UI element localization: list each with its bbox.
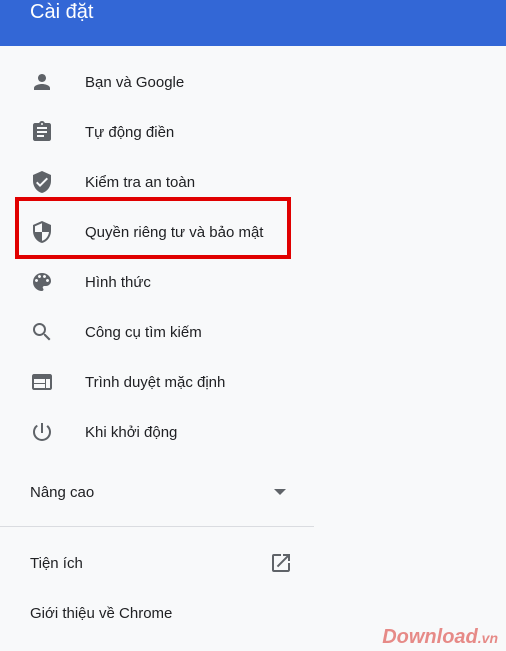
highlight-annotation-box xyxy=(15,197,291,259)
palette-icon xyxy=(30,270,54,294)
settings-header: Cài đặt xyxy=(0,0,506,46)
shield-check-icon xyxy=(30,170,54,194)
sidebar-item-appearance[interactable]: Hình thức xyxy=(0,257,314,307)
search-icon xyxy=(30,320,54,344)
sidebar-item-you-and-google[interactable]: Bạn và Google xyxy=(0,57,314,107)
advanced-toggle[interactable]: Nâng cao xyxy=(0,467,314,517)
download-vn-watermark: Download.vn xyxy=(382,626,498,648)
sidebar-item-default-browser[interactable]: Trình duyệt mặc định xyxy=(0,357,314,407)
sidebar-item-autofill[interactable]: Tự động điền xyxy=(0,107,314,157)
sidebar-item-about-chrome[interactable]: Giới thiệu về Chrome xyxy=(0,588,314,638)
browser-window-icon xyxy=(30,370,54,394)
content-pane xyxy=(314,46,506,651)
sidebar-item-label: Công cụ tìm kiếm xyxy=(85,323,202,341)
sidebar-item-label: Trình duyệt mặc định xyxy=(85,373,226,391)
sidebar-item-label: Kiểm tra an toàn xyxy=(85,173,196,191)
clipboard-icon xyxy=(30,120,54,144)
sidebar-item-label: Bạn và Google xyxy=(85,73,185,91)
open-in-new-icon[interactable] xyxy=(269,551,293,575)
sidebar-item-label: Tự động điền xyxy=(85,123,175,141)
sidebar-divider xyxy=(0,526,314,527)
sidebar-item-label: Khi khởi động xyxy=(85,423,178,441)
sidebar-item-extensions[interactable]: Tiện ích xyxy=(0,538,314,588)
sidebar-item-label: Tiện ích xyxy=(30,554,83,572)
page-title: Cài đặt xyxy=(30,1,94,23)
sidebar-item-on-startup[interactable]: Khi khởi động xyxy=(0,407,314,457)
power-icon xyxy=(30,420,54,444)
sidebar-item-search-engine[interactable]: Công cụ tìm kiếm xyxy=(0,307,314,357)
sidebar-item-label: Hình thức xyxy=(85,273,151,291)
advanced-label: Nâng cao xyxy=(30,483,95,501)
person-icon xyxy=(30,70,54,94)
dropdown-arrow-icon xyxy=(274,489,286,495)
sidebar-item-label: Giới thiệu về Chrome xyxy=(30,604,173,622)
